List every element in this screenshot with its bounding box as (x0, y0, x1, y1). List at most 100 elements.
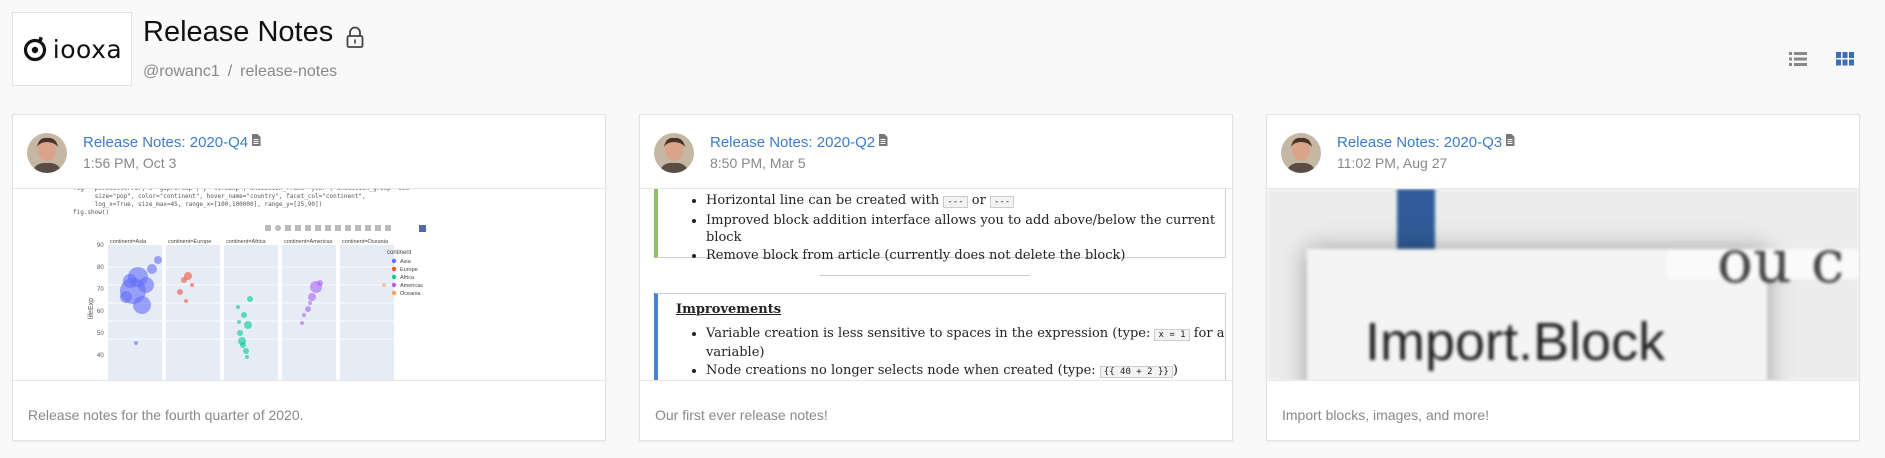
scatter-point (241, 312, 247, 318)
legend-label: Africa (400, 275, 415, 281)
inline-code: {{ 40 + 2 }} (1099, 366, 1173, 378)
scatter-point (237, 330, 243, 336)
card-header: Release Notes: 2020-Q3 11:02 PM, Aug 27 (1267, 115, 1859, 189)
list-view-icon[interactable] (1787, 48, 1809, 70)
doc-block: Improvements Variable creation is less s… (654, 293, 1226, 380)
card-preview[interactable]: fig = px.scatter(df, x="gdpPercap", y="l… (13, 189, 605, 381)
scatter-point (184, 272, 192, 280)
article-card[interactable]: Release Notes: 2020-Q2 8:50 PM, Mar 5 Ho… (639, 114, 1233, 441)
y-tick-label: 90 (97, 243, 104, 249)
legend-title: continent (387, 250, 412, 256)
grid-view-icon[interactable] (1834, 48, 1856, 70)
article-card[interactable]: Release Notes: 2020-Q4 1:56 PM, Oct 3 fi… (12, 114, 606, 441)
scatter-point (245, 355, 249, 359)
scatter-point (177, 289, 183, 295)
card-timestamp: 8:50 PM, Mar 5 (710, 155, 806, 171)
card-header: Release Notes: 2020-Q4 1:56 PM, Oct 3 (13, 115, 605, 189)
scatter-point (300, 321, 304, 325)
block-heading: Improvements (676, 302, 782, 317)
scatter-point (247, 296, 253, 302)
preview-big-text: Import.Block (1365, 312, 1666, 372)
breadcrumb-repo[interactable]: release-notes (240, 63, 337, 80)
document-icon (1506, 134, 1515, 146)
avatar[interactable] (27, 133, 67, 173)
iooxa-logo-icon (23, 36, 46, 62)
document-icon (252, 134, 261, 146)
doc-block: Horizontal line can be created with --- … (654, 189, 1226, 263)
y-tick-label: 60 (97, 309, 104, 315)
scatter-point (302, 313, 306, 317)
facet-panel (340, 245, 394, 380)
legend-marker (391, 258, 397, 264)
scatter-point (138, 277, 154, 293)
page-header: iooxa Release Notes @rowanc1 / release-not… (0, 0, 1885, 110)
list-item: Improved block addition interface allows… (706, 212, 1225, 246)
scatter-point (240, 342, 246, 348)
y-tick-label: 70 (97, 287, 104, 293)
preview-image: ou c Import.Block (1267, 189, 1859, 380)
card-preview[interactable]: Horizontal line can be created with --- … (640, 189, 1232, 381)
card-header: Release Notes: 2020-Q2 8:50 PM, Mar 5 (640, 115, 1232, 189)
y-axis-label: lifeExp (88, 298, 95, 319)
list-item: Horizontal line can be created with --- … (706, 192, 1225, 211)
card-title-link[interactable]: Release Notes: 2020-Q2 (710, 134, 888, 151)
inline-code: --- (943, 196, 968, 208)
facet-panel (166, 245, 220, 380)
scatter-point (184, 299, 188, 303)
facet-label: continent=Asia (110, 239, 147, 245)
article-card[interactable]: Release Notes: 2020-Q3 11:02 PM, Aug 27 … (1266, 114, 1860, 441)
list-item: Node creations no longer selects node wh… (706, 362, 1225, 380)
legend-label: Asia (400, 259, 412, 265)
scatter-point (134, 341, 138, 345)
facet-panel (282, 245, 336, 380)
facet-panel (224, 245, 278, 380)
avatar[interactable] (1281, 133, 1321, 173)
scatter-point (308, 293, 316, 301)
y-tick-label: 50 (97, 331, 104, 337)
breadcrumb-user[interactable]: @rowanc1 (143, 63, 220, 80)
scatter-point (305, 306, 311, 312)
y-tick-label: 40 (97, 353, 104, 359)
scatter-point (154, 256, 162, 264)
scatter-point (120, 291, 132, 303)
card-title-link[interactable]: Release Notes: 2020-Q4 (83, 134, 261, 151)
logo-text: iooxa (52, 34, 123, 64)
legend-label: Oceania (400, 291, 421, 297)
breadcrumb-separator: / (227, 63, 233, 80)
scatter-point (243, 348, 249, 354)
scatter-point (147, 264, 157, 274)
legend-marker (391, 274, 397, 280)
scatter-point (382, 283, 386, 287)
inline-code: --- (989, 196, 1015, 208)
inline-code: x = 1 (1154, 329, 1190, 341)
card-description: Our first ever release notes! (655, 407, 828, 423)
scatter-point (190, 283, 194, 287)
avatar[interactable] (654, 133, 694, 173)
logo[interactable]: iooxa (12, 12, 132, 86)
card-timestamp: 1:56 PM, Oct 3 (83, 155, 177, 171)
card-title: Release Notes: 2020-Q4 (83, 134, 249, 151)
card-preview[interactable]: ou c Import.Block (1267, 189, 1859, 381)
document-icon (879, 134, 888, 146)
preview-side-text: ou c (1717, 227, 1845, 297)
card-title: Release Notes: 2020-Q3 (1337, 134, 1503, 151)
legend-marker (391, 282, 397, 288)
card-title-link[interactable]: Release Notes: 2020-Q3 (1337, 134, 1515, 151)
divider (820, 275, 1030, 276)
breadcrumb: @rowanc1 / release-notes (143, 63, 337, 81)
lock-icon (346, 26, 364, 48)
facet-label: continent=Europe (168, 239, 211, 245)
legend-marker (391, 290, 397, 296)
scatter-point (308, 301, 312, 305)
y-tick-label: 80 (97, 265, 104, 271)
legend-label: Americas (400, 283, 423, 289)
preview-plot: continent=Asia continent=Europe continent=… (88, 225, 426, 380)
legend-label: Europe (400, 267, 418, 273)
card-title: Release Notes: 2020-Q2 (710, 134, 876, 151)
facet-label: continent=Americas (284, 239, 333, 245)
list-item: Remove block from article (currently doe… (706, 247, 1225, 264)
card-description: Import blocks, images, and more! (1282, 407, 1489, 423)
legend-marker (391, 266, 397, 272)
scatter-point (244, 321, 252, 329)
list-item: Variable creation is less sensitive to s… (706, 325, 1225, 361)
